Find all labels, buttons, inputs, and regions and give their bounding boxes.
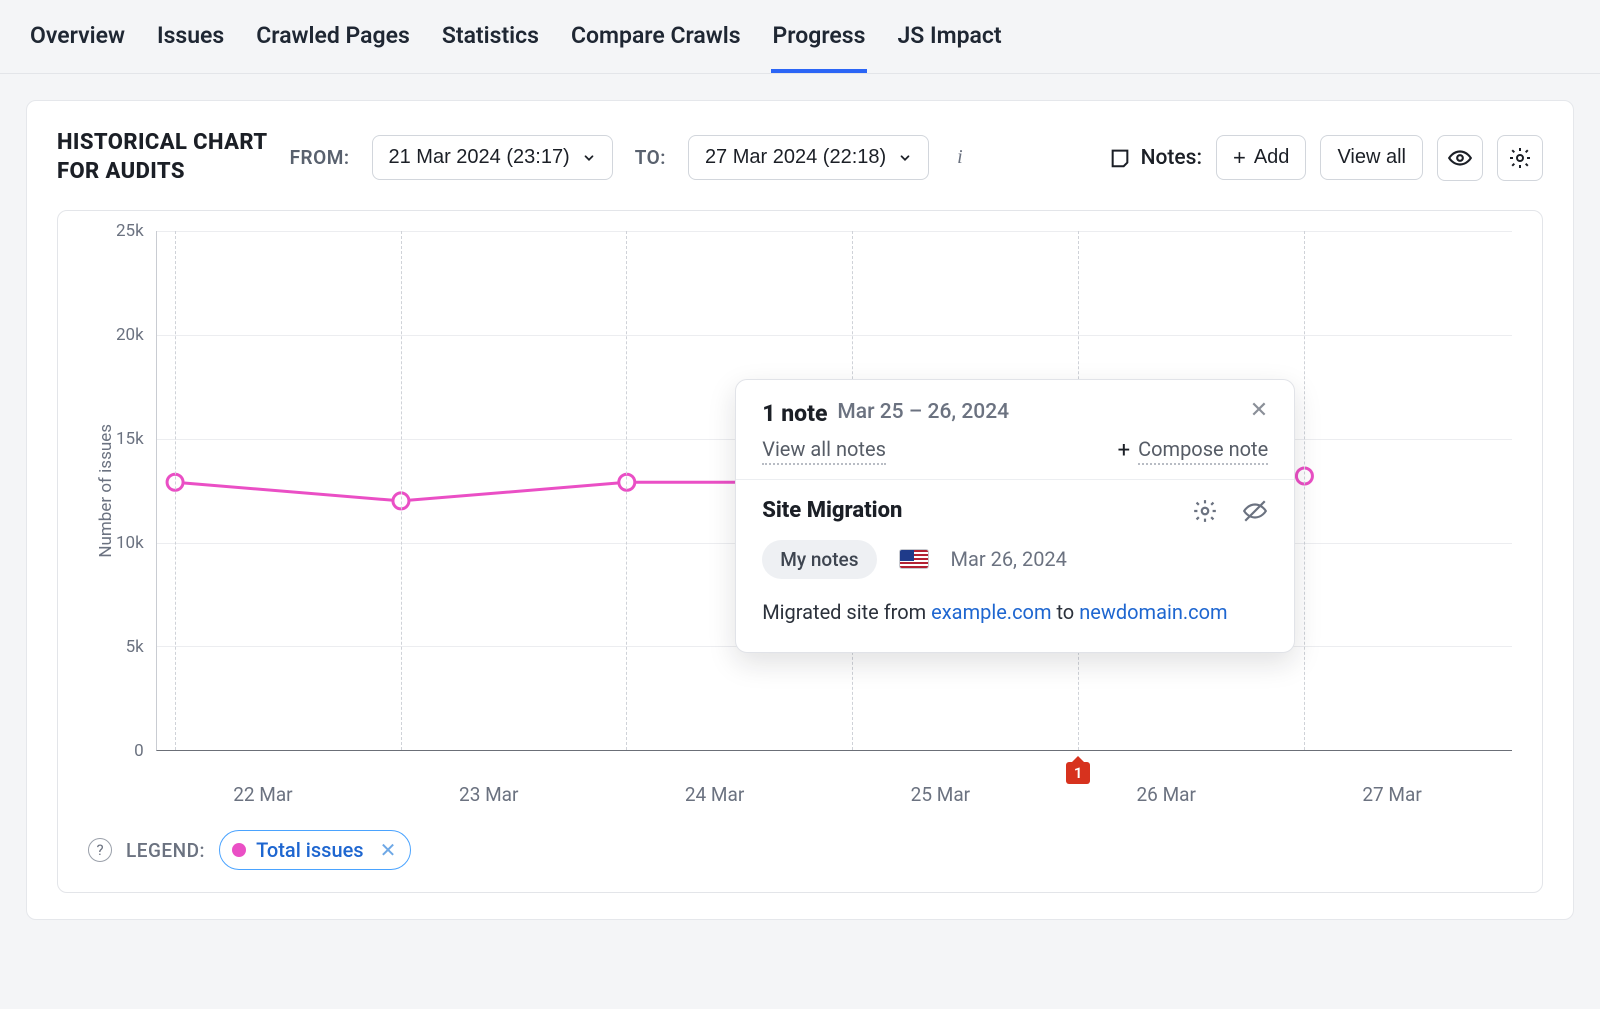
note-category-pill[interactable]: My notes [762, 540, 876, 579]
legend-dot-icon [232, 843, 246, 857]
note-body: Migrated site from example.com to newdom… [762, 597, 1268, 628]
tab-statistics[interactable]: Statistics [440, 12, 541, 73]
remove-legend-icon[interactable]: ✕ [380, 838, 397, 862]
notes-label-text: Notes: [1141, 146, 1202, 170]
from-date-picker[interactable]: 21 Mar 2024 (23:17) [372, 135, 613, 180]
help-icon[interactable]: ? [88, 838, 112, 862]
x-tick: 22 Mar [150, 783, 376, 806]
legend-item-total-issues[interactable]: Total issues ✕ [219, 830, 411, 870]
x-tick: 25 Mar [827, 783, 1053, 806]
plus-icon: + [1233, 147, 1246, 169]
to-label: TO: [635, 146, 666, 169]
chart-card: Number of issues 25k 20k 15k 10k 5k 0 [57, 210, 1543, 893]
chart-area: Number of issues 25k 20k 15k 10k 5k 0 [88, 231, 1512, 751]
from-date-value: 21 Mar 2024 (23:17) [389, 146, 570, 169]
notes-label: Notes: [1109, 146, 1202, 170]
panel-title: HISTORICAL CHART FOR AUDITS [57, 129, 268, 186]
flag-us-icon [899, 549, 929, 569]
x-tick: 24 Mar [602, 783, 828, 806]
note-marker[interactable]: 1 [1066, 762, 1090, 784]
legend-item-label: Total issues [256, 838, 364, 862]
x-tick: 23 Mar [376, 783, 602, 806]
to-date-picker[interactable]: 27 Mar 2024 (22:18) [688, 135, 929, 180]
view-all-label: View all [1337, 146, 1406, 169]
panel-title-line1: HISTORICAL CHART [57, 130, 268, 155]
x-tick: 27 Mar [1279, 783, 1505, 806]
note-title: Site Migration [762, 498, 902, 523]
chevron-down-icon [898, 151, 912, 165]
note-link-2[interactable]: newdomain.com [1079, 600, 1227, 624]
note-popover: 1 note Mar 25 – 26, 2024 ✕ View all note… [735, 379, 1295, 653]
y-axis-ticks: 25k 20k 15k 10k 5k 0 [116, 231, 156, 751]
from-label: FROM: [290, 146, 350, 169]
note-date: Mar 26, 2024 [951, 547, 1067, 571]
compose-note-label: Compose note [1138, 437, 1268, 465]
compose-note-link[interactable]: + Compose note [1118, 437, 1269, 465]
y-axis-title: Number of issues [88, 424, 116, 558]
gear-icon [1508, 146, 1532, 170]
tabs: Overview Issues Crawled Pages Statistics… [0, 0, 1600, 74]
tab-progress[interactable]: Progress [771, 12, 868, 73]
chevron-down-icon [582, 151, 596, 165]
legend: ? LEGEND: Total issues ✕ [88, 830, 1512, 870]
close-icon[interactable]: ✕ [1250, 400, 1268, 427]
notes-controls: Notes: + Add View all [1109, 135, 1543, 181]
popover-range: Mar 25 – 26, 2024 [837, 400, 1009, 427]
hide-icon[interactable] [1242, 498, 1268, 524]
historical-chart-panel: HISTORICAL CHART FOR AUDITS FROM: 21 Mar… [26, 100, 1574, 920]
panel-title-line2: FOR AUDITS [57, 159, 185, 184]
note-icon [1109, 147, 1131, 169]
gear-icon[interactable] [1192, 498, 1218, 524]
tab-issues[interactable]: Issues [155, 12, 226, 73]
tab-overview[interactable]: Overview [28, 12, 127, 73]
info-icon[interactable]: i [951, 146, 969, 169]
plus-icon: + [1118, 440, 1130, 462]
view-all-notes-button[interactable]: View all [1320, 135, 1423, 180]
x-tick: 26 Mar [1053, 783, 1279, 806]
add-note-label: Add [1254, 146, 1290, 169]
plot-area[interactable]: 1 note Mar 25 – 26, 2024 ✕ View all note… [156, 231, 1512, 751]
legend-label: LEGEND: [126, 839, 205, 862]
add-note-button[interactable]: + Add [1216, 135, 1306, 180]
panel-header: HISTORICAL CHART FOR AUDITS FROM: 21 Mar… [27, 129, 1573, 210]
eye-icon [1447, 145, 1473, 171]
to-date-value: 27 Mar 2024 (22:18) [705, 146, 886, 169]
view-all-notes-link[interactable]: View all notes [762, 437, 886, 465]
popover-count: 1 note [762, 400, 827, 427]
tab-js-impact[interactable]: JS Impact [895, 12, 1003, 73]
note-link-1[interactable]: example.com [931, 600, 1051, 624]
tab-compare-crawls[interactable]: Compare Crawls [569, 12, 743, 73]
visibility-button[interactable] [1437, 135, 1483, 181]
x-axis-ticks: 22 Mar23 Mar24 Mar25 Mar26 Mar27 Mar [150, 751, 1512, 806]
settings-button[interactable] [1497, 135, 1543, 181]
tab-crawled-pages[interactable]: Crawled Pages [254, 12, 412, 73]
